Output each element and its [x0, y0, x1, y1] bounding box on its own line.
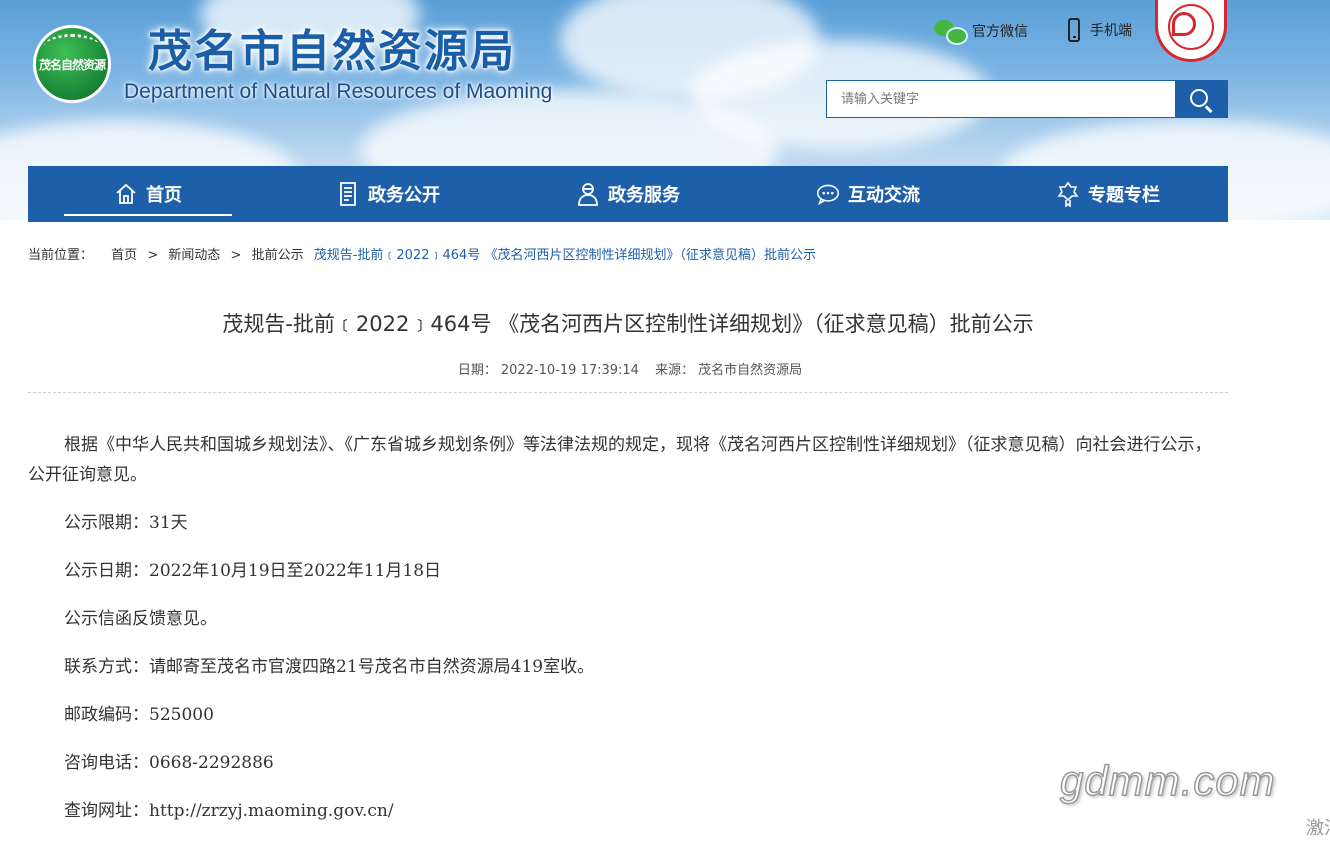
document-icon	[336, 182, 360, 206]
site-title-en: Department of Natural Resources of Maomi…	[124, 80, 553, 103]
main-nav: 首页 政务公开 政务服务 互动交流 专题专栏	[28, 166, 1228, 222]
nav-item-label: 首页	[146, 185, 182, 206]
title-divider	[28, 392, 1228, 393]
breadcrumb-pre-approval[interactable]: 批前公示	[252, 248, 304, 263]
article-paragraph: 公示日期：2022年10月19日至2022年11月18日	[64, 561, 442, 581]
nav-item-government-services[interactable]: 政务服务	[508, 166, 748, 222]
wechat-icon	[934, 18, 968, 45]
article-title: 茂规告-批前﹝2022﹞464号 《茂名河西片区控制性详细规划》（征求意见稿）批…	[222, 312, 1034, 336]
nav-item-label: 互动交流	[848, 185, 920, 206]
phone-icon	[1068, 18, 1080, 42]
nav-item-label: 政务服务	[608, 185, 680, 206]
activate-windows-text: 激活	[1306, 818, 1330, 839]
logo-text: 茂名自然资源	[38, 58, 106, 72]
mobile-link[interactable]: 手机端	[1068, 18, 1132, 42]
article-source: 茂名市自然资源局	[698, 363, 803, 378]
wechat-link[interactable]: 官方微信	[934, 18, 1028, 45]
nav-item-government-affairs[interactable]: 政务公开	[268, 166, 508, 222]
nav-item-special-topics[interactable]: 专题专栏	[988, 166, 1228, 222]
mobile-link-label: 手机端	[1090, 23, 1132, 39]
article-paragraph: 邮政编码：525000	[64, 705, 214, 725]
nav-item-label: 政务公开	[368, 185, 440, 206]
search-bar	[826, 80, 1228, 118]
chat-icon	[816, 182, 840, 206]
breadcrumb-home[interactable]: 首页	[111, 248, 137, 263]
search-button[interactable]	[1175, 81, 1227, 117]
source-label: 来源：	[655, 363, 695, 378]
search-input[interactable]	[827, 81, 1175, 117]
breadcrumb-current[interactable]: 茂规告-批前﹝2022﹞464号 《茂名河西片区控制性详细规划》（征求意见稿）批…	[314, 248, 816, 263]
home-icon	[114, 182, 138, 206]
search-icon	[1190, 89, 1208, 107]
article-date: 2022-10-19 17:39:14	[500, 363, 639, 378]
date-label: 日期：	[457, 363, 497, 378]
site-title: 茂名市自然资源局	[148, 26, 516, 77]
medal-icon	[1056, 181, 1080, 207]
article-paragraph: 根据《中华人民共和国城乡规划法》、《广东省城乡规划条例》等法律法规的规定，现将《…	[28, 435, 1212, 485]
article-paragraph: 公示限期：31天	[64, 513, 188, 533]
site-logo[interactable]: 茂名自然资源	[33, 25, 111, 103]
article-paragraph: 查询网址：http://zrzyj.maoming.gov.cn/	[64, 801, 394, 821]
article-meta: 日期： 2022-10-19 17:39:14 来源： 茂名市自然资源局	[28, 359, 1228, 378]
breadcrumb: 当前位置： 首页 > 新闻动态 > 批前公示 茂规告-批前﹝2022﹞464号 …	[28, 248, 816, 263]
article-paragraph: 咨询电话：0668-2292886	[64, 753, 274, 773]
nav-item-label: 专题专栏	[1088, 185, 1160, 206]
breadcrumb-prefix: 当前位置：	[28, 248, 94, 263]
article-paragraph: 联系方式：请邮寄至茂名市官渡四路21号茂名市自然资源局419室收。	[64, 657, 595, 677]
nav-item-interaction[interactable]: 互动交流	[748, 166, 988, 222]
nav-item-home[interactable]: 首页	[28, 166, 268, 222]
article-body: 根据《中华人民共和国城乡规划法》、《广东省城乡规划条例》等法律法规的规定，现将《…	[28, 430, 1224, 844]
article-paragraph: 公示信函反馈意见。	[64, 609, 217, 629]
service-person-icon	[576, 182, 600, 206]
wechat-link-label: 官方微信	[972, 24, 1028, 40]
watermark-logo: gdmm.com	[1059, 756, 1276, 805]
breadcrumb-news[interactable]: 新闻动态	[168, 248, 220, 263]
